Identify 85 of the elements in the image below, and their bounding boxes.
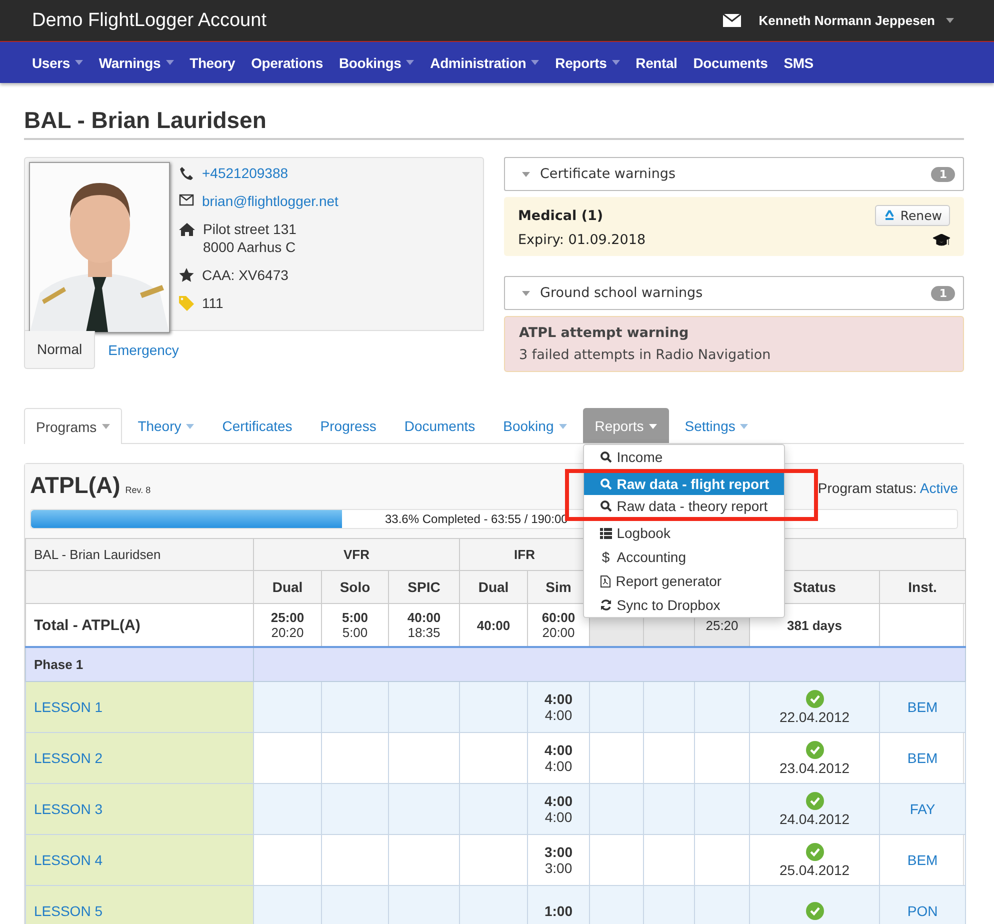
page-heading: BAL - Brian Lauridsen: [24, 107, 964, 140]
program-tab[interactable]: Certificates: [210, 408, 304, 443]
search-icon: [600, 478, 612, 490]
nav-item[interactable]: Reports: [555, 54, 620, 70]
group-header: VFR: [254, 538, 460, 570]
document-icon: [600, 574, 611, 588]
instructor-link[interactable]: FAY: [910, 801, 936, 817]
revision-label: Rev. 8: [125, 485, 151, 495]
search-icon: [600, 500, 612, 512]
status-link[interactable]: Active: [920, 480, 958, 496]
warning-panel-header[interactable]: Ground school warnings 1: [504, 276, 964, 310]
phase-label: Phase 1: [26, 647, 254, 682]
program-tab[interactable]: Documents: [392, 408, 488, 443]
dollar-icon: $: [600, 549, 612, 565]
email-link[interactable]: brian@flightlogger.net: [202, 192, 338, 210]
caa-number: CAA: XV6473: [202, 266, 288, 284]
lesson-link[interactable]: LESSON 1: [34, 699, 102, 715]
count-badge: 1: [931, 166, 955, 182]
nav-item[interactable]: Administration: [430, 54, 540, 70]
phone-icon: [179, 166, 194, 181]
lesson-link[interactable]: LESSON 3: [34, 801, 102, 817]
date-text: 25.04.2012: [779, 862, 850, 878]
nav-item[interactable]: Theory: [190, 54, 236, 70]
menu-item[interactable]: Raw data - theory report: [584, 495, 784, 517]
warning-text: Expiry: 01.09.2018: [518, 232, 646, 248]
nav-item[interactable]: SMS: [784, 54, 814, 70]
program-title: ATPL(A): [30, 472, 120, 499]
date-text: 22.04.2012: [779, 708, 850, 724]
program-tab[interactable]: Booking: [491, 408, 579, 443]
table-cell: 4:00 4:00: [528, 682, 590, 732]
caret-icon: [946, 18, 954, 23]
table-cell: 1:00: [528, 886, 590, 924]
nav-item[interactable]: Warnings: [98, 54, 174, 70]
lesson-link[interactable]: LESSON 5: [34, 903, 102, 919]
contact-tab[interactable]: Emergency: [95, 331, 192, 369]
instructor-link[interactable]: BEM: [907, 852, 938, 868]
envelope-icon[interactable]: [722, 14, 741, 27]
user-menu[interactable]: Kenneth Normann Jeppesen: [758, 13, 954, 28]
nav-item[interactable]: Operations: [251, 54, 323, 70]
warning-title: Medical (1): [518, 208, 604, 224]
nav-item[interactable]: Users: [32, 54, 83, 70]
address-text: Pilot street 131 8000 Aarhus C: [203, 220, 296, 256]
nav-item[interactable]: Documents: [693, 54, 768, 70]
renew-button[interactable]: Renew: [875, 205, 950, 226]
caret-icon: [522, 172, 530, 176]
warning-panel-header[interactable]: Certificate warnings 1: [504, 157, 964, 191]
lesson-link[interactable]: LESSON 4: [34, 852, 102, 868]
menu-item[interactable]: Raw data - flight report: [584, 473, 784, 495]
program-tab[interactable]: Theory: [126, 408, 206, 443]
date-text: 23.04.2012: [779, 760, 850, 776]
graduation-cap-icon: [933, 234, 950, 246]
instructor-link[interactable]: BEM: [907, 750, 938, 766]
nav-item[interactable]: Bookings: [338, 54, 414, 70]
column-header: Dual: [254, 570, 322, 604]
list-icon: [600, 528, 612, 538]
lesson-link[interactable]: LESSON 2: [34, 750, 102, 766]
contact-tab[interactable]: Normal: [24, 331, 96, 369]
program-status: Program status: Active: [818, 480, 958, 496]
refresh-icon: [600, 599, 612, 611]
column-header: Dual: [460, 570, 528, 604]
column-header: Solo: [322, 570, 388, 604]
tag-icon: [179, 296, 194, 311]
star-icon: [179, 268, 194, 282]
date-text: 24.04.2012: [779, 810, 850, 826]
menu-item[interactable]: Income: [584, 445, 784, 469]
program-tab[interactable]: Programs: [24, 408, 122, 444]
search-icon: [600, 451, 612, 463]
count-badge: 1: [931, 286, 955, 300]
home-icon: [179, 222, 195, 236]
program-tab[interactable]: Settings: [672, 408, 760, 443]
group-header: BAL - Brian Lauridsen: [26, 538, 254, 570]
app-title: Demo FlightLogger Account: [32, 10, 268, 32]
instructor-link[interactable]: BEM: [907, 699, 938, 715]
tag-text: 111: [202, 294, 224, 312]
warning-title: ATPL attempt warning: [519, 325, 690, 341]
nav-item[interactable]: Rental: [636, 54, 678, 70]
instructor-link[interactable]: PON: [907, 903, 938, 919]
phone-link[interactable]: +4521209388: [202, 164, 288, 182]
program-tab[interactable]: Progress: [308, 408, 388, 443]
warning-text: 3 failed attempts in Radio Navigation: [519, 347, 772, 363]
table-cell: 4:00 4:00: [528, 784, 590, 834]
caret-icon: [522, 290, 530, 296]
column-header: Inst.: [880, 570, 966, 604]
column-header: SPIC: [388, 570, 460, 604]
envelope-icon: [179, 194, 194, 206]
